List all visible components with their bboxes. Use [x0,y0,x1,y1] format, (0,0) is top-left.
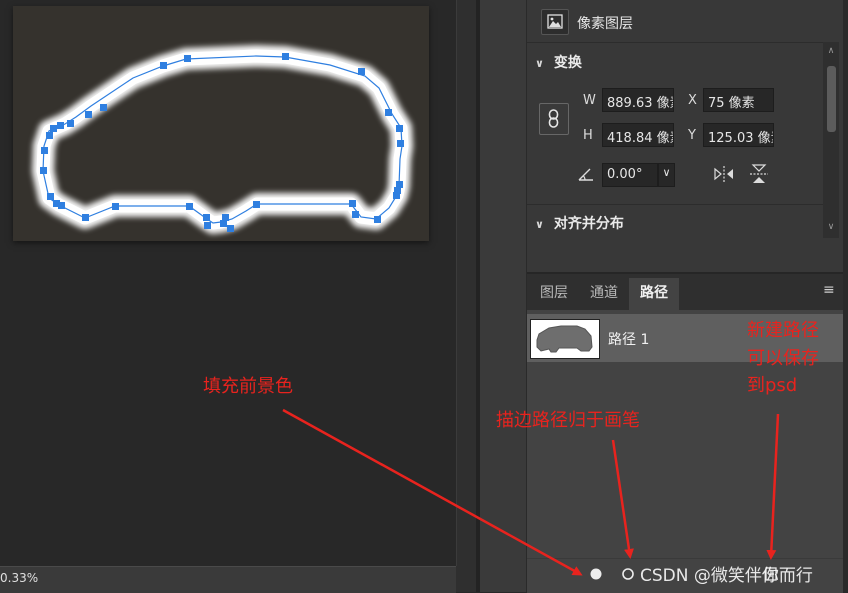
y-label: Y [688,128,696,143]
collapsed-panel-dock [480,0,527,592]
properties-title: 像素图层 [577,16,633,32]
properties-scroll-thumb[interactable] [827,66,836,132]
hamburger-menu-icon[interactable]: ≡ [823,282,835,298]
align-section-title: 对齐并分布 [553,216,624,232]
flip-vertical-icon[interactable] [749,163,769,189]
status-bar: 0.33% [0,566,456,593]
width-field[interactable]: 889.63 像素 [602,88,674,112]
height-field[interactable]: 418.84 像素 [602,123,674,147]
width-label: W [583,93,596,108]
stroke-path-note: 描边路径归于画笔 [496,410,640,431]
canvas-area[interactable] [0,0,456,566]
hollow-circle-icon[interactable] [621,567,635,585]
tab-channels[interactable]: 通道 [579,278,629,310]
car-shape [32,45,413,234]
path-name[interactable]: 路径 1 [608,329,649,349]
align-section-header[interactable]: ∨ 对齐并分布 [535,213,624,233]
angle-icon [577,166,595,186]
tab-paths[interactable]: 路径 [629,278,679,310]
link-icon[interactable] [539,103,569,135]
watermark: CSDN @微笑伴你而行 [640,566,813,586]
properties-header: 像素图层 [527,0,823,43]
pixel-layer-icon [541,9,569,35]
canvas-vertical-scrollbar[interactable] [456,0,477,566]
x-field[interactable]: 75 像素 [703,88,774,112]
new-path-note-line2: 可以保存 [747,348,819,369]
zoom-level[interactable]: 0.33% [0,571,38,585]
properties-panel: 像素图层 ∨ 变换 W 889.63 像素 X 75 像素 H 418.84 像… [527,0,843,274]
transform-section-title: 变换 [553,55,582,71]
x-label: X [688,93,697,108]
scroll-up-icon[interactable]: ∧ [825,46,837,56]
chevron-down-icon: ∨ [535,218,544,231]
document-canvas[interactable] [13,6,429,241]
angle-field[interactable]: 0.00° [602,163,658,187]
new-path-note-line1: 新建路径 [747,320,819,341]
angle-dropdown[interactable]: ∨ [658,163,675,187]
filled-circle-icon[interactable] [589,567,603,585]
transform-section-header[interactable]: ∨ 变换 [535,52,582,72]
chevron-down-icon: ∨ [662,166,671,179]
fill-foreground-note: 填充前景色 [203,376,293,397]
status-corner [456,566,476,592]
flip-horizontal-icon[interactable] [713,165,735,187]
window-edge [843,0,848,592]
y-field[interactable]: 125.03 像素 [703,123,774,147]
chevron-down-icon: ∨ [535,57,544,70]
new-path-note-line3: 到psd [747,375,798,396]
panel-tabs: 图层 通道 路径 ≡ [527,274,843,310]
scroll-down-icon[interactable]: ∨ [825,222,837,232]
path-thumbnail [530,319,600,359]
section-divider [527,204,823,205]
height-label: H [583,128,593,143]
tab-layers[interactable]: 图层 [531,278,577,310]
car-path-artwork [32,45,413,234]
